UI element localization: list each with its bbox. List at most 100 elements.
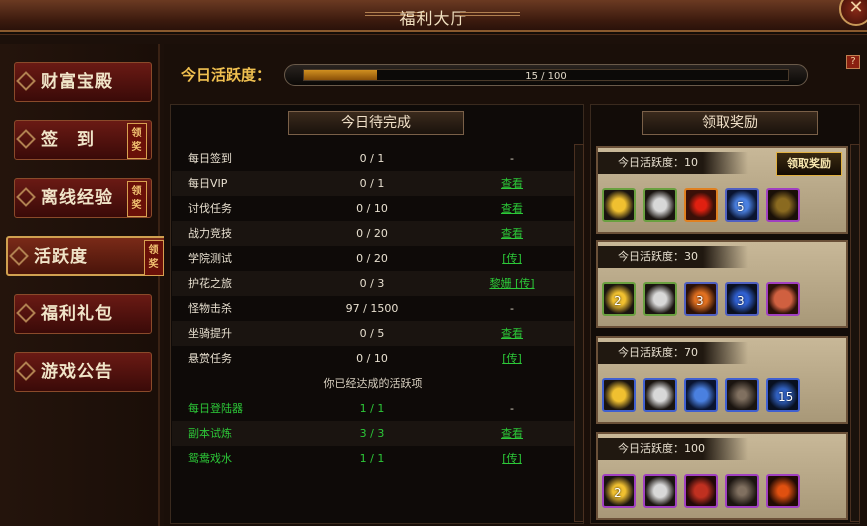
table-row: 悬赏任务 0 / 10 [传]: [172, 346, 574, 371]
task-name: 悬赏任务: [188, 352, 232, 365]
task-count: 0 / 20: [356, 227, 388, 240]
blue-orb-icon[interactable]: 15: [766, 378, 800, 412]
task-action[interactable]: 查看: [482, 171, 542, 196]
sidebar-item-label: 游戏公告: [41, 362, 113, 382]
nav-arrow-icon: [16, 129, 36, 149]
task-name: 护花之旅: [188, 277, 232, 290]
reward-tier-label: 今日活跃度：70: [598, 342, 748, 364]
shovel-icon[interactable]: [725, 474, 759, 508]
gold-ingot-icon[interactable]: [602, 188, 636, 222]
item-quantity: 3: [737, 294, 745, 308]
table-row: 战力竞技 0 / 20 查看: [172, 221, 574, 246]
nav-arrow-icon: [16, 361, 36, 381]
sidebar-item-3[interactable]: 离线经验 领奖: [14, 178, 152, 218]
sidebar-item-2[interactable]: 签 到 领奖: [14, 120, 152, 160]
task-count: 0 / 1: [359, 177, 385, 190]
task-action[interactable]: 查看: [482, 196, 542, 221]
title-ornament-right: [460, 12, 520, 16]
red-orb-icon[interactable]: [684, 188, 718, 222]
progress-text: 15 / 100: [525, 71, 567, 82]
reward-tier: 今日活跃度：30 2 3 3: [596, 240, 848, 328]
item-quantity: 15: [778, 390, 794, 404]
task-action[interactable]: 黎姗 [传]: [482, 271, 542, 296]
reward-badge: 领奖: [127, 181, 147, 217]
task-action[interactable]: [传]: [482, 346, 542, 371]
todo-header: 今日待完成: [288, 111, 464, 135]
todo-scrollbar[interactable]: [574, 144, 584, 522]
shovel-icon[interactable]: [725, 378, 759, 412]
sidebar-item-label: 签 到: [41, 130, 95, 150]
red-pearl-icon[interactable]: [766, 282, 800, 316]
sidebar-item-1[interactable]: 财富宝殿: [14, 62, 152, 102]
task-action[interactable]: [传]: [482, 446, 542, 471]
sidebar: [0, 44, 160, 526]
sidebar-item-label: 活跃度: [34, 247, 88, 267]
reward-tier-label: 今日活跃度：30: [598, 246, 748, 268]
done-section-header: 你已经达成的活跃项: [323, 377, 423, 390]
reward-tier: 今日活跃度：70 15: [596, 336, 848, 424]
table-row: 鸳鸯戏水 1 / 1 [传]: [172, 446, 574, 471]
reward-badge: 领奖: [127, 123, 147, 159]
nav-arrow-icon: [9, 246, 29, 266]
claim-reward-button[interactable]: 领取奖励: [776, 152, 842, 176]
red-pouch-icon[interactable]: [684, 474, 718, 508]
nav-arrow-icon: [16, 303, 36, 323]
gold-ingot-icon[interactable]: 2: [602, 282, 636, 316]
activity-label: 今日活跃度：: [181, 66, 272, 84]
task-action: -: [510, 402, 514, 415]
table-row: 怪物击杀 97 / 1500 -: [172, 296, 574, 321]
sidebar-item-label: 离线经验: [41, 188, 113, 208]
task-count: 97 / 1500: [345, 302, 399, 315]
item-quantity: 3: [696, 294, 704, 308]
table-row: 每日登陆器 1 / 1 -: [172, 396, 574, 421]
reward-tier-label: 今日活跃度：100: [598, 438, 748, 460]
table-row: 副本试炼 3 / 3 查看: [172, 421, 574, 446]
sidebar-item-6[interactable]: 游戏公告: [14, 352, 152, 392]
silver-ingot-icon[interactable]: [643, 378, 677, 412]
task-action[interactable]: 查看: [482, 221, 542, 246]
task-name: 每日登陆器: [188, 402, 243, 415]
sidebar-item-label: 财富宝殿: [41, 72, 113, 92]
task-count: 0 / 3: [359, 277, 385, 290]
task-count: 0 / 10: [356, 202, 388, 215]
fire-wheel-icon[interactable]: [766, 474, 800, 508]
gold-ingot-icon[interactable]: 2: [602, 474, 636, 508]
task-name: 副本试炼: [188, 427, 232, 440]
task-action[interactable]: [传]: [482, 246, 542, 271]
task-action: -: [510, 152, 514, 165]
task-action: -: [510, 302, 514, 315]
task-action[interactable]: 查看: [482, 321, 542, 346]
sidebar-item-5[interactable]: 福利礼包: [14, 294, 152, 334]
table-row: 学院测试 0 / 20 [传]: [172, 246, 574, 271]
task-name: 讨伐任务: [188, 202, 232, 215]
table-row: 每日签到 0 / 1 -: [172, 146, 574, 171]
progress-track: 15 / 100: [303, 69, 789, 82]
silver-ingot-icon[interactable]: [643, 282, 677, 316]
table-row: 讨伐任务 0 / 10 查看: [172, 196, 574, 221]
nav-arrow-icon: [16, 71, 36, 91]
rewards-header: 领取奖励: [642, 111, 818, 135]
reward-tier: 今日活跃度：10 领取奖励 5: [596, 146, 848, 234]
horn-icon[interactable]: [766, 188, 800, 222]
blue-potion-icon[interactable]: [684, 378, 718, 412]
silver-ingot-icon[interactable]: [643, 474, 677, 508]
task-action[interactable]: 查看: [482, 421, 542, 446]
fire-pouch-icon[interactable]: 3: [684, 282, 718, 316]
task-name: 鸳鸯戏水: [188, 452, 232, 465]
table-row: 每日VIP 0 / 1 查看: [172, 171, 574, 196]
task-name: 每日VIP: [188, 177, 228, 190]
silver-ingot-icon[interactable]: [643, 188, 677, 222]
task-count: 0 / 5: [359, 327, 385, 340]
rewards-scrollbar[interactable]: [850, 144, 860, 522]
gold-ingot-icon[interactable]: [602, 378, 636, 412]
blue-scroll-icon[interactable]: 3: [725, 282, 759, 316]
blue-potion-icon[interactable]: 5: [725, 188, 759, 222]
task-name: 怪物击杀: [188, 302, 232, 315]
task-name: 坐骑提升: [188, 327, 232, 340]
help-button[interactable]: ?: [846, 55, 860, 69]
nav-arrow-icon: [16, 187, 36, 207]
sidebar-item-4[interactable]: 活跃度 领奖: [6, 236, 170, 276]
task-count: 0 / 20: [356, 252, 388, 265]
task-name: 学院测试: [188, 252, 232, 265]
sidebar-item-label: 福利礼包: [41, 304, 113, 324]
